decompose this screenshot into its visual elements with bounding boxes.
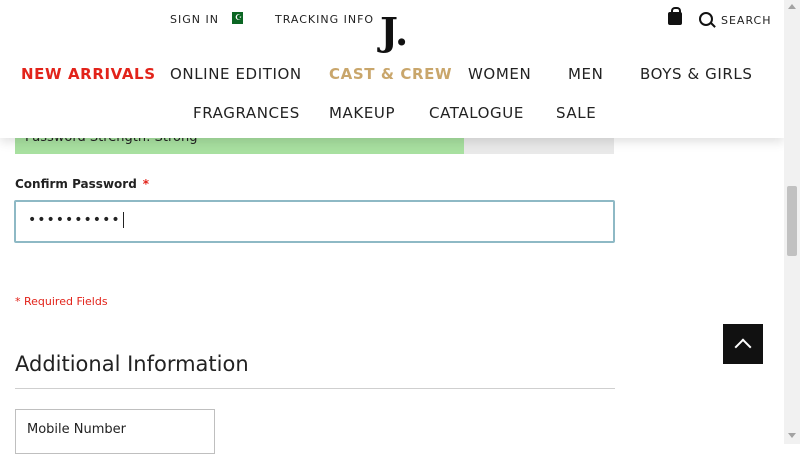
scrollbar-thumb[interactable] <box>787 186 797 256</box>
confirm-password-value: •••••••••• <box>28 212 124 228</box>
search-link[interactable]: SEARCH <box>721 14 772 27</box>
site-header: SIGN IN ☪ TRACKING INFO J. SEARCH NEW AR… <box>0 0 784 138</box>
section-divider <box>15 388 615 389</box>
required-fields-note: * Required Fields <box>15 295 108 308</box>
tracking-info-link[interactable]: TRACKING INFO <box>275 13 374 26</box>
nav-catalogue[interactable]: CATALOGUE <box>429 104 524 122</box>
confirm-password-label-text: Confirm Password <box>15 177 137 191</box>
confirm-password-input[interactable]: •••••••••• <box>14 200 615 243</box>
text-cursor <box>122 212 124 228</box>
nav-online-edition[interactable]: ONLINE EDITION <box>170 65 302 83</box>
nav-fragrances[interactable]: FRAGRANCES <box>193 104 300 122</box>
confirm-password-label: Confirm Password * <box>15 177 149 191</box>
mobile-number-label: Mobile Number <box>27 422 126 437</box>
nav-men[interactable]: MEN <box>568 65 603 83</box>
brand-logo[interactable]: J. <box>380 12 408 58</box>
nav-boys-girls[interactable]: BOYS & GIRLS <box>640 65 752 83</box>
mobile-number-field[interactable]: Mobile Number <box>15 409 215 454</box>
required-star: * <box>142 177 150 191</box>
scroll-up-arrow-icon[interactable] <box>788 4 796 9</box>
search-icon[interactable] <box>699 12 713 26</box>
shopping-bag-icon[interactable] <box>668 7 682 25</box>
page-scrollbar[interactable] <box>784 0 800 444</box>
scroll-down-arrow-icon[interactable] <box>788 433 796 438</box>
nav-women[interactable]: WOMEN <box>468 65 531 83</box>
scroll-to-top-button[interactable] <box>723 324 763 364</box>
confirm-password-dots: •••••••••• <box>28 212 121 228</box>
nav-new-arrivals[interactable]: NEW ARRIVALS <box>21 65 156 83</box>
pakistan-flag-icon[interactable]: ☪ <box>228 12 243 24</box>
additional-information-heading: Additional Information <box>15 352 249 376</box>
nav-makeup[interactable]: MAKEUP <box>329 104 395 122</box>
nav-cast-crew[interactable]: CAST & CREW <box>329 65 452 83</box>
nav-sale[interactable]: SALE <box>556 104 596 122</box>
sign-in-link[interactable]: SIGN IN <box>170 13 219 26</box>
